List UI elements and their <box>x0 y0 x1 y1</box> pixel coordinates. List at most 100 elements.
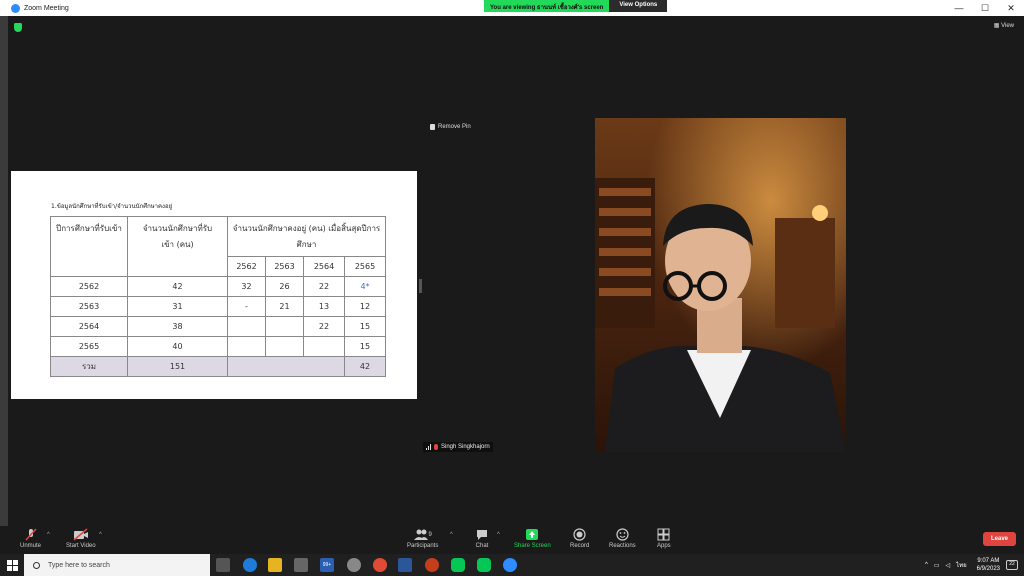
apps-button[interactable]: Apps <box>657 528 671 549</box>
start-video-label: Start Video <box>66 543 96 549</box>
cell-admitted: 42 <box>127 276 228 297</box>
windows-taskbar: Type here to search 99+ ^ ▭ ◁ ไทย 9:07 A… <box>0 554 1024 576</box>
task-view-icon[interactable] <box>216 558 230 572</box>
clock[interactable]: 9:07 AM 6/9/2023 <box>977 557 1000 573</box>
language-indicator[interactable]: ไทย <box>956 560 967 570</box>
view-options-button[interactable]: View Options <box>609 0 668 12</box>
cell-value: 22 <box>303 316 345 337</box>
line-icon-2[interactable] <box>477 558 491 572</box>
view-label: View <box>1001 23 1014 29</box>
zoom-taskbar-icon[interactable] <box>503 558 517 572</box>
cell-value: 32 <box>227 276 266 297</box>
cell-year: 2562 <box>50 276 128 297</box>
taskbar-search-box[interactable]: Type here to search <box>24 554 210 576</box>
participant-name: Singh Singkhajorn <box>441 444 490 450</box>
powerpoint-icon[interactable] <box>425 558 439 572</box>
cell-value: 13 <box>303 296 345 317</box>
clock-date: 6/9/2023 <box>976 566 1000 572</box>
reactions-button[interactable]: Reactions <box>609 528 636 549</box>
notification-center-icon[interactable]: 22 <box>1006 560 1018 570</box>
video-options-caret-icon[interactable]: ^ <box>99 532 102 538</box>
cell-value <box>227 336 266 357</box>
remove-pin-label: Remove Pin <box>438 124 471 130</box>
reactions-label: Reactions <box>609 543 636 549</box>
minimize-button[interactable]: — <box>946 0 972 16</box>
chat-options-caret-icon[interactable]: ^ <box>497 532 500 538</box>
header-remaining-count: จำนวนนักศึกษาคงอยู่ (คน) เมื่อสิ้นสุดปีก… <box>227 216 386 257</box>
cell-value: 26 <box>265 276 304 297</box>
remove-pin-button[interactable]: Remove Pin <box>430 124 471 130</box>
leave-button[interactable]: Leave <box>983 532 1016 546</box>
meeting-toolbar: Unmute ^ Start Video ^ 9 Participants ^ … <box>0 526 1024 554</box>
mail-badge: 99+ <box>322 562 332 568</box>
header-admitted-count: จำนวนนักศึกษาที่รับเข้า (คน) <box>127 216 228 277</box>
security-shield-icon[interactable] <box>14 23 22 32</box>
chat-button[interactable]: Chat <box>475 528 489 549</box>
mail-icon[interactable]: 99+ <box>320 558 334 572</box>
cell-value: 15 <box>344 336 386 357</box>
participants-button[interactable]: 9 Participants <box>407 528 438 549</box>
total-empty <box>227 356 345 377</box>
line-icon[interactable] <box>451 558 465 572</box>
system-tray: ^ ▭ ◁ ไทย 9:07 AM 6/9/2023 22 <box>925 554 1024 576</box>
audio-options-caret-icon[interactable]: ^ <box>47 532 50 538</box>
header-year: 2562 <box>227 256 266 277</box>
unmute-button[interactable]: Unmute <box>20 528 41 549</box>
tray-overflow-icon[interactable]: ^ <box>925 562 928 568</box>
cell-value: 15 <box>344 316 386 337</box>
network-icon[interactable]: ▭ <box>934 562 940 569</box>
edge-browser-icon[interactable] <box>243 558 257 572</box>
word-icon[interactable] <box>398 558 412 572</box>
record-label: Record <box>570 543 590 549</box>
pin-icon <box>430 124 435 130</box>
start-button[interactable] <box>0 554 24 576</box>
total-2565: 42 <box>344 356 386 377</box>
maximize-button[interactable]: ☐ <box>972 0 998 16</box>
close-button[interactable]: ✕ <box>998 0 1024 16</box>
store-icon[interactable] <box>294 558 308 572</box>
left-edge-strip <box>0 16 8 526</box>
header-year: 2564 <box>303 256 345 277</box>
signal-bars-icon <box>426 444 431 450</box>
app-icon[interactable] <box>347 558 361 572</box>
muted-microphone-icon <box>24 528 38 541</box>
share-screen-label: Share Screen <box>514 543 551 549</box>
share-screen-icon <box>525 528 539 541</box>
cell-admitted: 38 <box>127 316 228 337</box>
cell-admitted: 31 <box>127 296 228 317</box>
share-screen-button[interactable]: Share Screen <box>514 528 551 549</box>
view-button[interactable]: ▦ View <box>994 22 1014 29</box>
cell-value: - <box>227 296 266 317</box>
participants-icon: 9 <box>413 528 432 541</box>
record-button[interactable]: Record <box>570 528 589 549</box>
video-frame-illustration <box>595 118 846 452</box>
table-row: 2565 40 15 <box>50 336 386 357</box>
total-label: รวม <box>50 356 128 377</box>
header-year: 2563 <box>265 256 304 277</box>
header-year: 2565 <box>344 256 386 277</box>
cell-year: 2563 <box>50 296 128 317</box>
window-title: Zoom Meeting <box>24 4 69 12</box>
participants-label: Participants <box>407 543 439 549</box>
file-explorer-icon[interactable] <box>268 558 282 572</box>
clock-time: 9:07 AM <box>977 558 1000 564</box>
start-video-button[interactable]: Start Video <box>66 528 96 549</box>
cell-value: 4* <box>344 276 386 297</box>
split-divider-handle[interactable] <box>419 279 422 293</box>
cell-value <box>265 336 304 357</box>
volume-icon[interactable]: ◁ <box>946 562 951 569</box>
participants-count: 9 <box>428 531 432 538</box>
muted-mic-icon <box>434 444 438 450</box>
participants-options-caret-icon[interactable]: ^ <box>450 532 453 538</box>
window-controls: — ☐ ✕ <box>946 0 1024 16</box>
viewing-screen-label: You are viewing ธานนท์ เชื้อวงศ์'s scree… <box>484 0 610 12</box>
cell-value <box>265 316 304 337</box>
cell-value <box>227 316 266 337</box>
shared-screen-document: 1.ข้อมูลนักศึกษาที่รับเข้า/จำนวนนักศึกษา… <box>11 171 417 399</box>
table-total-row: รวม 151 42 <box>50 356 386 377</box>
student-table: ปีการศึกษาที่รับเข้า จำนวนนักศึกษาที่รับ… <box>50 216 386 377</box>
cell-year: 2565 <box>50 336 128 357</box>
reactions-icon <box>616 528 629 541</box>
chrome-icon[interactable] <box>373 558 387 572</box>
cell-year: 2564 <box>50 316 128 337</box>
